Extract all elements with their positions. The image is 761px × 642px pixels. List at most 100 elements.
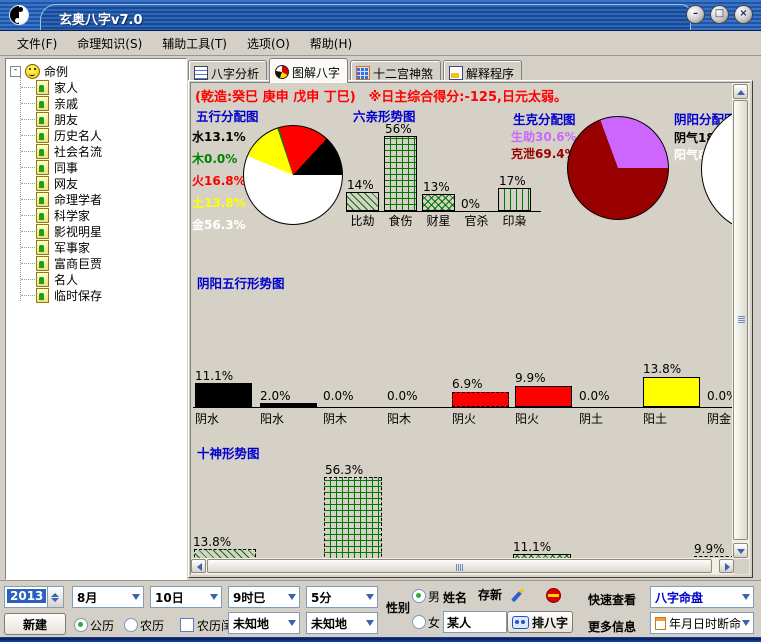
chart-canvas: (乾造:癸巳 庚申 戊申 丁巳) ※日主综合得分:-125,日元太弱。 五行分配… xyxy=(191,83,734,559)
menu-help[interactable]: 帮助(H) xyxy=(301,33,361,54)
chevron-down-icon xyxy=(742,620,750,630)
year-spinner[interactable]: 2013 xyxy=(4,586,64,608)
name-input[interactable]: 某人 xyxy=(443,611,507,633)
more-info-select[interactable]: 年月日时断命 xyxy=(650,612,754,634)
vertical-scrollbar[interactable] xyxy=(732,83,749,559)
edit-pencil-icon[interactable] xyxy=(511,588,525,603)
maximize-button[interactable]: □ xyxy=(710,5,729,24)
tree-item-scholars[interactable]: 命理学者 xyxy=(10,191,186,207)
paipan-button[interactable]: 排八字 xyxy=(507,611,573,633)
horizontal-scrollbar[interactable] xyxy=(191,558,734,574)
tree-item-tempsave[interactable]: 临时保存 xyxy=(10,287,186,303)
case-doc-icon xyxy=(36,176,49,191)
lunar-radio[interactable]: 农历 xyxy=(124,617,164,634)
birthplace-select[interactable]: 未知地 xyxy=(228,612,300,634)
case-doc-icon xyxy=(36,224,49,239)
smiley-icon xyxy=(25,64,40,79)
wuxing-legend-metal: 金56.3% xyxy=(192,216,246,233)
spin-up-icon[interactable] xyxy=(51,589,59,597)
tree-item-tycoons[interactable]: 富商巨贾 xyxy=(10,255,186,271)
minimize-button[interactable]: – xyxy=(686,5,705,24)
tab-control: 八字分析 图解八字 十二宫神煞 解释程序 (乾造:癸巳 庚申 戊申 丁巳) ※日… xyxy=(188,58,753,578)
menu-mingli[interactable]: 命理知识(S) xyxy=(68,33,151,54)
hour-select[interactable]: 9时巳 xyxy=(228,586,300,608)
bar-category: 比劫 xyxy=(346,212,379,229)
checkbox-icon[interactable] xyxy=(180,618,194,632)
grid-icon xyxy=(356,66,370,80)
tree-item-military[interactable]: 军事家 xyxy=(10,239,186,255)
spin-down-icon[interactable] xyxy=(51,598,59,606)
collapse-icon[interactable]: - xyxy=(10,66,21,77)
tree-item-netfriends[interactable]: 网友 xyxy=(10,175,186,191)
tree-item-famous[interactable]: 名人 xyxy=(10,271,186,287)
input-panel: 2013 8月 10日 9时巳 5分 新建 公历 农历 农历闰月 未知地 未知地… xyxy=(0,580,761,637)
yyws-value: 2.0% xyxy=(260,389,291,403)
close-button[interactable]: × xyxy=(734,5,753,24)
bar-yinxiao xyxy=(498,188,531,211)
wuxing-legend-water: 水13.1% xyxy=(192,128,246,145)
yyws-cat: 阳土 xyxy=(643,410,667,427)
month-select[interactable]: 8月 xyxy=(72,586,144,608)
tree-item-scientists[interactable]: 科学家 xyxy=(10,207,186,223)
minute-select[interactable]: 5分 xyxy=(306,586,378,608)
chevron-down-icon xyxy=(366,620,374,630)
tree-item-historic[interactable]: 历史名人 xyxy=(10,127,186,143)
horizontal-scroll-thumb[interactable] xyxy=(207,559,712,573)
bar-shishang xyxy=(384,136,417,211)
tree-root-mingli[interactable]: - 命例 xyxy=(10,63,186,79)
tab-chart-bazi[interactable]: 图解八字 xyxy=(269,58,348,83)
radio-icon[interactable] xyxy=(412,615,426,629)
bar-bijie xyxy=(346,192,379,211)
bar-value: 17% xyxy=(499,174,526,188)
solar-radio[interactable]: 公历 xyxy=(74,617,114,634)
bar-category: 印枭 xyxy=(498,212,531,229)
more-info-label: 更多信息 xyxy=(588,618,636,635)
seal-stop-icon[interactable] xyxy=(546,588,561,603)
vertical-scroll-thumb[interactable] xyxy=(733,100,748,540)
residence-select[interactable]: 未知地 xyxy=(306,612,378,634)
day-select[interactable]: 10日 xyxy=(150,586,222,608)
quick-view-select[interactable]: 八字命盘 xyxy=(650,586,754,608)
radio-icon[interactable] xyxy=(74,618,88,632)
menu-file[interactable]: 文件(F) xyxy=(8,33,66,54)
bazi-summary-header: (乾造:癸巳 庚申 戊申 丁巳) ※日主综合得分:-125,日元太弱。 xyxy=(195,86,567,105)
radio-icon[interactable] xyxy=(412,589,426,603)
menu-options[interactable]: 选项(O) xyxy=(238,33,299,54)
window-title: 玄奥八字v7.0 xyxy=(59,9,143,28)
scroll-right-button[interactable] xyxy=(719,559,734,573)
male-radio[interactable]: 男 xyxy=(412,588,440,605)
case-doc-icon xyxy=(36,240,49,255)
chevron-down-icon xyxy=(288,594,296,604)
scroll-down-button[interactable] xyxy=(733,543,748,558)
spin-buttons[interactable] xyxy=(47,587,63,607)
wuxing-legend-wood: 木0.0% xyxy=(192,150,237,167)
case-doc-icon xyxy=(36,144,49,159)
menu-tools[interactable]: 辅助工具(T) xyxy=(153,33,236,54)
case-doc-icon xyxy=(36,192,49,207)
year-value[interactable]: 2013 xyxy=(7,589,46,603)
tree-item-stars[interactable]: 影视明星 xyxy=(10,223,186,239)
main-area: - 命例 家人 亲戚 朋友 历史名人 社会名流 同事 网友 命理学者 科学家 影… xyxy=(0,56,761,580)
case-doc-icon xyxy=(36,128,49,143)
tree-item-celebs[interactable]: 社会名流 xyxy=(10,143,186,159)
chevron-down-icon xyxy=(742,594,750,604)
scroll-left-button[interactable] xyxy=(191,559,206,573)
tree-item-family[interactable]: 家人 xyxy=(10,79,186,95)
radio-icon[interactable] xyxy=(124,618,138,632)
titlebar: 玄奥八字v7.0 – □ × xyxy=(0,0,761,31)
tree-item-colleagues[interactable]: 同事 xyxy=(10,159,186,175)
tree-item-friends[interactable]: 朋友 xyxy=(10,111,186,127)
case-doc-icon xyxy=(36,112,49,127)
tree-item-relatives[interactable]: 亲戚 xyxy=(10,95,186,111)
shishen-bar-2 xyxy=(324,477,382,559)
yyws-cat: 阴水 xyxy=(195,410,219,427)
case-doc-icon xyxy=(36,160,49,175)
bar-value: 14% xyxy=(347,178,374,192)
case-doc-icon xyxy=(36,272,49,287)
chevron-down-icon xyxy=(288,620,296,630)
new-button[interactable]: 新建 xyxy=(4,613,66,635)
case-doc-icon xyxy=(36,288,49,303)
scroll-up-button[interactable] xyxy=(733,84,748,99)
shishen-value: 13.8% xyxy=(193,535,231,549)
female-radio[interactable]: 女 xyxy=(412,614,440,631)
